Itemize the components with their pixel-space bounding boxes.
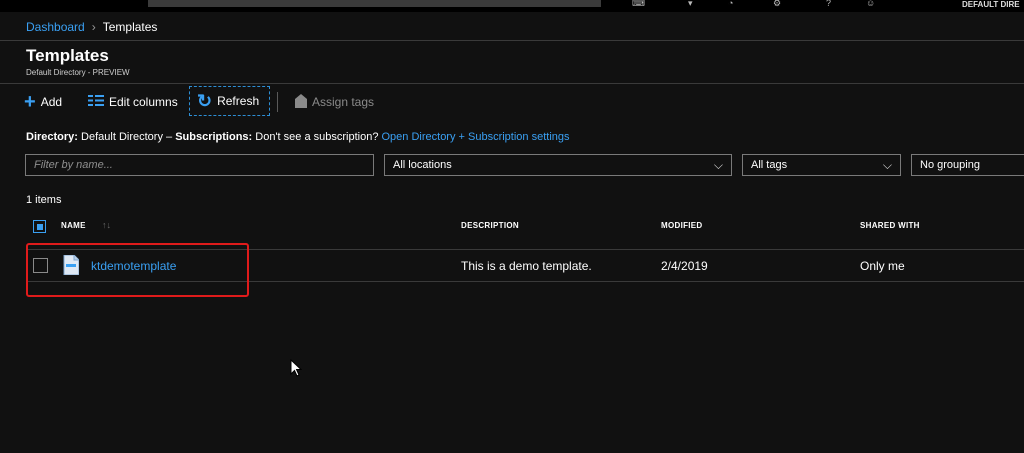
- refresh-label: Refresh: [217, 94, 260, 108]
- tags-value: All tags: [751, 159, 788, 171]
- sort-icon[interactable]: ↑↓: [102, 220, 111, 230]
- page-subtitle: Default Directory - PREVIEW: [26, 68, 130, 77]
- refresh-button[interactable]: ↻ Refresh: [189, 86, 270, 116]
- divider: [0, 83, 1024, 84]
- plus-icon: +: [24, 90, 36, 113]
- checkbox-partial-icon: [36, 223, 43, 230]
- global-search-input[interactable]: [148, 0, 601, 7]
- assign-tags-label: Assign tags: [312, 95, 375, 109]
- notifications-icon[interactable]: ◔: [728, 0, 733, 8]
- edit-columns-label: Edit columns: [109, 95, 178, 109]
- chevron-down-icon: ⌵: [713, 158, 723, 172]
- template-shared-with: Only me: [860, 259, 905, 273]
- column-header-description[interactable]: DESCRIPTION: [461, 221, 519, 231]
- directory-value: Default Directory –: [81, 131, 173, 143]
- edit-columns-button[interactable]: Edit columns: [88, 92, 178, 112]
- toolbar-divider: [277, 92, 278, 112]
- columns-icon: [88, 95, 104, 109]
- highlight-annotation: [26, 243, 249, 297]
- cloud-shell-icon[interactable]: ⌨: [632, 0, 645, 8]
- directory-subscription-info: Directory: Default Directory – Subscript…: [26, 130, 570, 144]
- breadcrumb: Dashboard › Templates: [26, 20, 157, 34]
- breadcrumb-separator: ›: [91, 20, 96, 34]
- column-header-name[interactable]: NAME: [61, 221, 86, 231]
- column-header-modified[interactable]: MODIFIED: [661, 221, 703, 231]
- assign-tags-button[interactable]: Assign tags: [295, 92, 374, 112]
- add-button-label: Add: [40, 95, 63, 109]
- directory-settings-link[interactable]: Open Directory + Subscription settings: [382, 131, 570, 143]
- template-description: This is a demo template.: [461, 259, 592, 273]
- locations-dropdown[interactable]: All locations ⌵: [384, 154, 732, 176]
- breadcrumb-dashboard-link[interactable]: Dashboard: [26, 20, 85, 34]
- filter-by-name-input[interactable]: [34, 159, 364, 171]
- locations-value: All locations: [393, 159, 452, 171]
- grouping-dropdown[interactable]: No grouping: [911, 154, 1024, 176]
- tags-dropdown[interactable]: All tags ⌵: [742, 154, 901, 176]
- filter-by-name-field[interactable]: [25, 154, 374, 176]
- directory-filter-icon[interactable]: ▾: [688, 0, 693, 8]
- subscriptions-label-text: Subscriptions:: [175, 131, 253, 143]
- subscriptions-value: Don't see a subscription?: [255, 131, 379, 143]
- column-header-shared-with[interactable]: SHARED WITH: [860, 221, 920, 231]
- item-count: 1 items: [26, 194, 62, 206]
- add-button[interactable]: + Add: [24, 90, 63, 113]
- refresh-icon: ↻: [197, 90, 213, 111]
- directory-label-text: Directory:: [26, 131, 78, 143]
- select-all-checkbox[interactable]: [33, 220, 46, 233]
- directory-label[interactable]: DEFAULT DIRE: [962, 0, 1020, 9]
- help-icon[interactable]: ?: [826, 0, 831, 8]
- breadcrumb-current: Templates: [102, 20, 158, 34]
- tag-icon: [295, 93, 307, 111]
- template-modified: 2/4/2019: [661, 259, 708, 273]
- feedback-icon[interactable]: ☺: [866, 0, 875, 8]
- divider: [0, 40, 1024, 41]
- chevron-down-icon: ⌵: [882, 158, 892, 172]
- mouse-cursor-icon: [290, 358, 303, 377]
- page-title: Templates: [26, 46, 109, 65]
- grouping-value: No grouping: [920, 159, 980, 171]
- settings-icon[interactable]: ⚙: [773, 0, 781, 8]
